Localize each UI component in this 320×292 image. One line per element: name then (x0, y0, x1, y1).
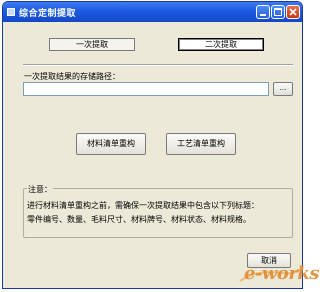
window-title: 综合定制提取 (19, 9, 77, 19)
minimize-icon (260, 14, 266, 16)
tab-second-extraction[interactable]: 二次提取 (178, 38, 264, 51)
note-title: 注意： (27, 184, 53, 195)
title-bar[interactable]: 综合定制提取 (3, 2, 302, 22)
note-text-line-1: 进行材料清单重构之前，需确保一次提取结果中包含以下列标题： (27, 201, 259, 210)
divider (23, 64, 293, 66)
app-icon (7, 8, 15, 16)
note-text-line-2: 零件编号、数量、毛料尺寸、材料牌号、材料状态、材料规格。 (27, 215, 251, 224)
dialog-window: 综合定制提取 一次提取 二次提取 一次提取结果的存储路径： ... 材料清单重构… (2, 1, 303, 289)
eworks-watermark-logo: e-works (238, 259, 320, 287)
maximize-button[interactable] (271, 5, 285, 19)
storage-path-input[interactable] (23, 82, 269, 96)
material-list-rebuild-button[interactable]: 材料清单重构 (76, 133, 146, 155)
watermark-text: e-works (244, 263, 320, 284)
maximize-icon (274, 8, 282, 16)
close-button[interactable] (286, 5, 300, 19)
process-list-rebuild-button[interactable]: 工艺清单重构 (166, 133, 236, 155)
path-label: 一次提取结果的存储路径： (24, 72, 120, 81)
minimize-button[interactable] (256, 5, 270, 19)
tab-first-extraction[interactable]: 一次提取 (49, 38, 135, 51)
close-icon (289, 8, 297, 16)
note-groupbox (23, 188, 293, 238)
browse-button[interactable]: ... (273, 82, 293, 96)
